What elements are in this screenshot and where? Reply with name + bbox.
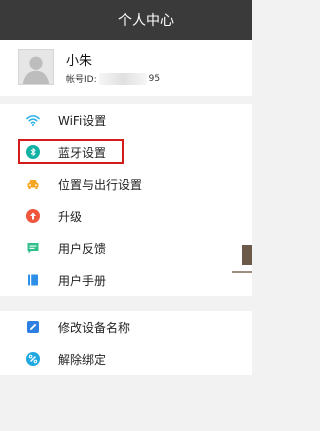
device-group: 修改设备名称 解除绑定 [0, 311, 252, 375]
edit-icon [26, 320, 40, 334]
bluetooth-icon [26, 145, 40, 159]
user-name: 小朱 [66, 54, 93, 69]
upgrade-icon [26, 209, 40, 223]
menu-item-rename-device[interactable]: 修改设备名称 [0, 311, 252, 343]
manual-icon [26, 273, 40, 287]
feedback-icon [26, 241, 40, 255]
menu-item-label: 升级 [58, 210, 83, 224]
account-id-label: 帐号ID: [66, 75, 97, 85]
unbind-icon [26, 352, 40, 366]
menu-item-manual[interactable]: 用户手册 [0, 264, 252, 296]
menu-item-wifi[interactable]: WiFi设置 [0, 104, 252, 136]
avatar-placeholder-icon [19, 50, 53, 84]
menu-item-label: 用户反馈 [58, 242, 107, 256]
menu-item-bluetooth[interactable]: 蓝牙设置 [0, 136, 252, 168]
settings-group: WiFi设置 蓝牙设置 位置与出行设置 升级 用户反馈 用户手册 [0, 104, 252, 296]
page-title: 个人中心 [118, 13, 174, 29]
wifi-icon [26, 113, 40, 127]
avatar[interactable] [18, 49, 54, 85]
account-id-row: 帐号ID: 95 [66, 72, 160, 85]
car-icon [26, 177, 40, 191]
menu-item-label: WiFi设置 [58, 114, 107, 128]
menu-item-location[interactable]: 位置与出行设置 [0, 168, 252, 200]
menu-item-upgrade[interactable]: 升级 [0, 200, 252, 232]
menu-item-unbind[interactable]: 解除绑定 [0, 343, 252, 375]
menu-item-label: 修改设备名称 [58, 321, 131, 335]
menu-item-label: 蓝牙设置 [58, 146, 107, 160]
profile-card[interactable]: 小朱 帐号ID: 95 [0, 40, 252, 96]
account-id-masked [98, 72, 147, 85]
menu-item-label: 位置与出行设置 [58, 178, 143, 192]
menu-item-label: 解除绑定 [58, 353, 107, 367]
top-bar: 个人中心 [0, 0, 252, 40]
account-id-suffix: 95 [148, 73, 161, 84]
menu-item-label: 用户手册 [58, 274, 107, 288]
background-artifact [232, 245, 252, 273]
menu-item-feedback[interactable]: 用户反馈 [0, 232, 252, 264]
